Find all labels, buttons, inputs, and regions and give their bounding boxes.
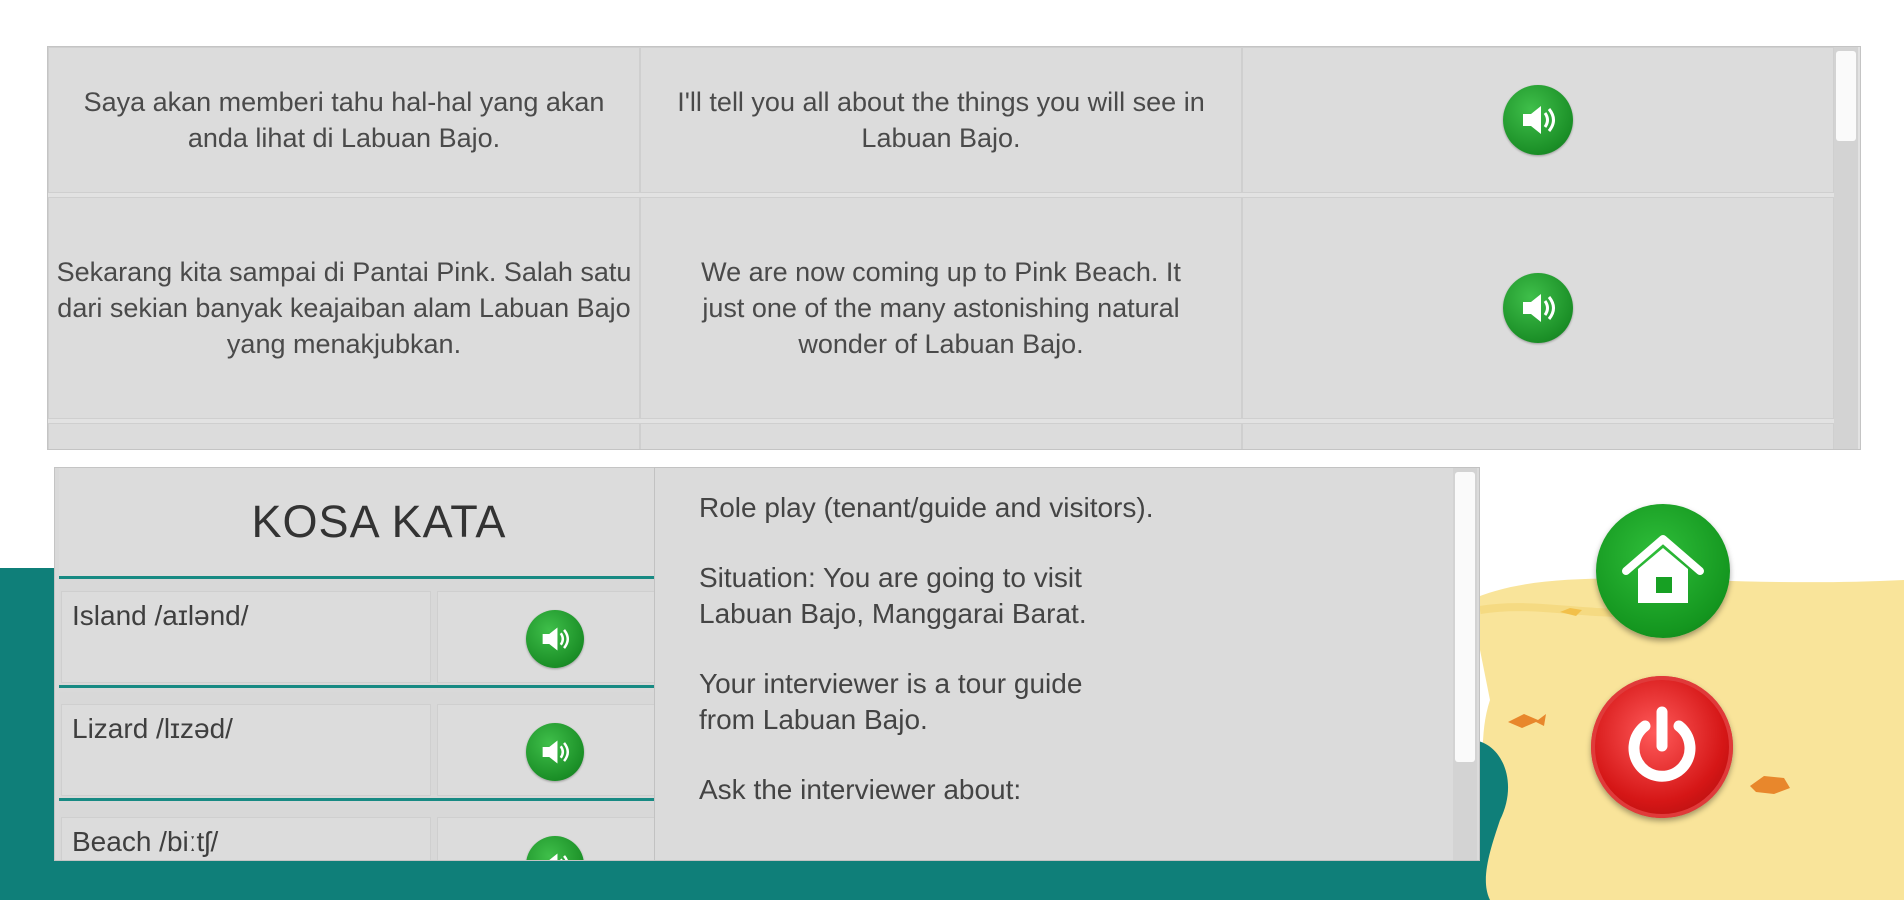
phrase-table: Saya akan memberi tahu hal-hal yang akan… [47,46,1861,450]
speaker-icon[interactable] [1503,273,1573,343]
phrase-scrollbar-thumb[interactable] [1836,51,1856,141]
speaker-icon[interactable] [526,610,584,668]
phrase-indonesian [48,423,640,449]
roleplay-scrollbar[interactable] [1453,468,1477,860]
phrase-english [640,423,1242,449]
vocabulary-word: Island /aɪlənd/ [61,591,431,683]
vocabulary-item: Lizard /lɪzəd/ [59,692,675,801]
vocabulary-word: Beach /biːtʃ/ [61,817,431,860]
phrase-sound-cell [1242,197,1834,419]
vocabulary-item: Beach /biːtʃ/ [59,805,675,860]
phrase-row: Saya akan memberi tahu hal-hal yang akan… [48,47,1834,193]
vocabulary-word: Lizard /lɪzəd/ [61,704,431,796]
power-icon [1628,706,1696,782]
speaker-icon[interactable] [526,723,584,781]
vocabulary-sound-cell [437,817,675,860]
vocabulary-sound-cell [437,591,675,683]
vocabulary-item: Island /aɪlənd/ [59,579,675,688]
roleplay-paragraph: Ask the interviewer about: [699,774,1022,805]
speaker-icon[interactable] [1503,85,1573,155]
roleplay-paragraph: Your interviewer is a tour guide from La… [699,668,1083,735]
phrase-sound-cell [1242,47,1834,193]
home-button[interactable] [1596,504,1730,638]
speaker-icon[interactable] [526,836,584,860]
roleplay-scrollbar-thumb[interactable] [1455,472,1475,762]
phrase-english: We are now coming up to Pink Beach. It j… [640,197,1242,419]
roleplay-paragraph: Role play (tenant/guide and visitors). [699,492,1154,523]
phrase-indonesian: Saya akan memberi tahu hal-hal yang akan… [48,47,640,193]
vocabulary-title: KOSA KATA [59,468,675,579]
vocabulary-sound-cell [437,704,675,796]
phrase-row [48,423,1834,449]
roleplay-text: Role play (tenant/guide and visitors). S… [699,490,1399,842]
phrase-row: Sekarang kita sampai di Pantai Pink. Sal… [48,197,1834,419]
roleplay-panel: Role play (tenant/guide and visitors). S… [654,467,1480,861]
phrase-indonesian: Sekarang kita sampai di Pantai Pink. Sal… [48,197,640,419]
phrase-english: I'll tell you all about the things you w… [640,47,1242,193]
phrase-sound-cell [1242,423,1834,449]
vocabulary-panel: KOSA KATA Island /aɪlənd/ Lizard /lɪzəd/… [54,467,676,861]
roleplay-paragraph: Situation: You are going to visit Labuan… [699,562,1087,629]
power-button[interactable] [1591,676,1733,818]
phrase-scrollbar[interactable] [1834,47,1858,449]
home-icon [1622,535,1704,603]
